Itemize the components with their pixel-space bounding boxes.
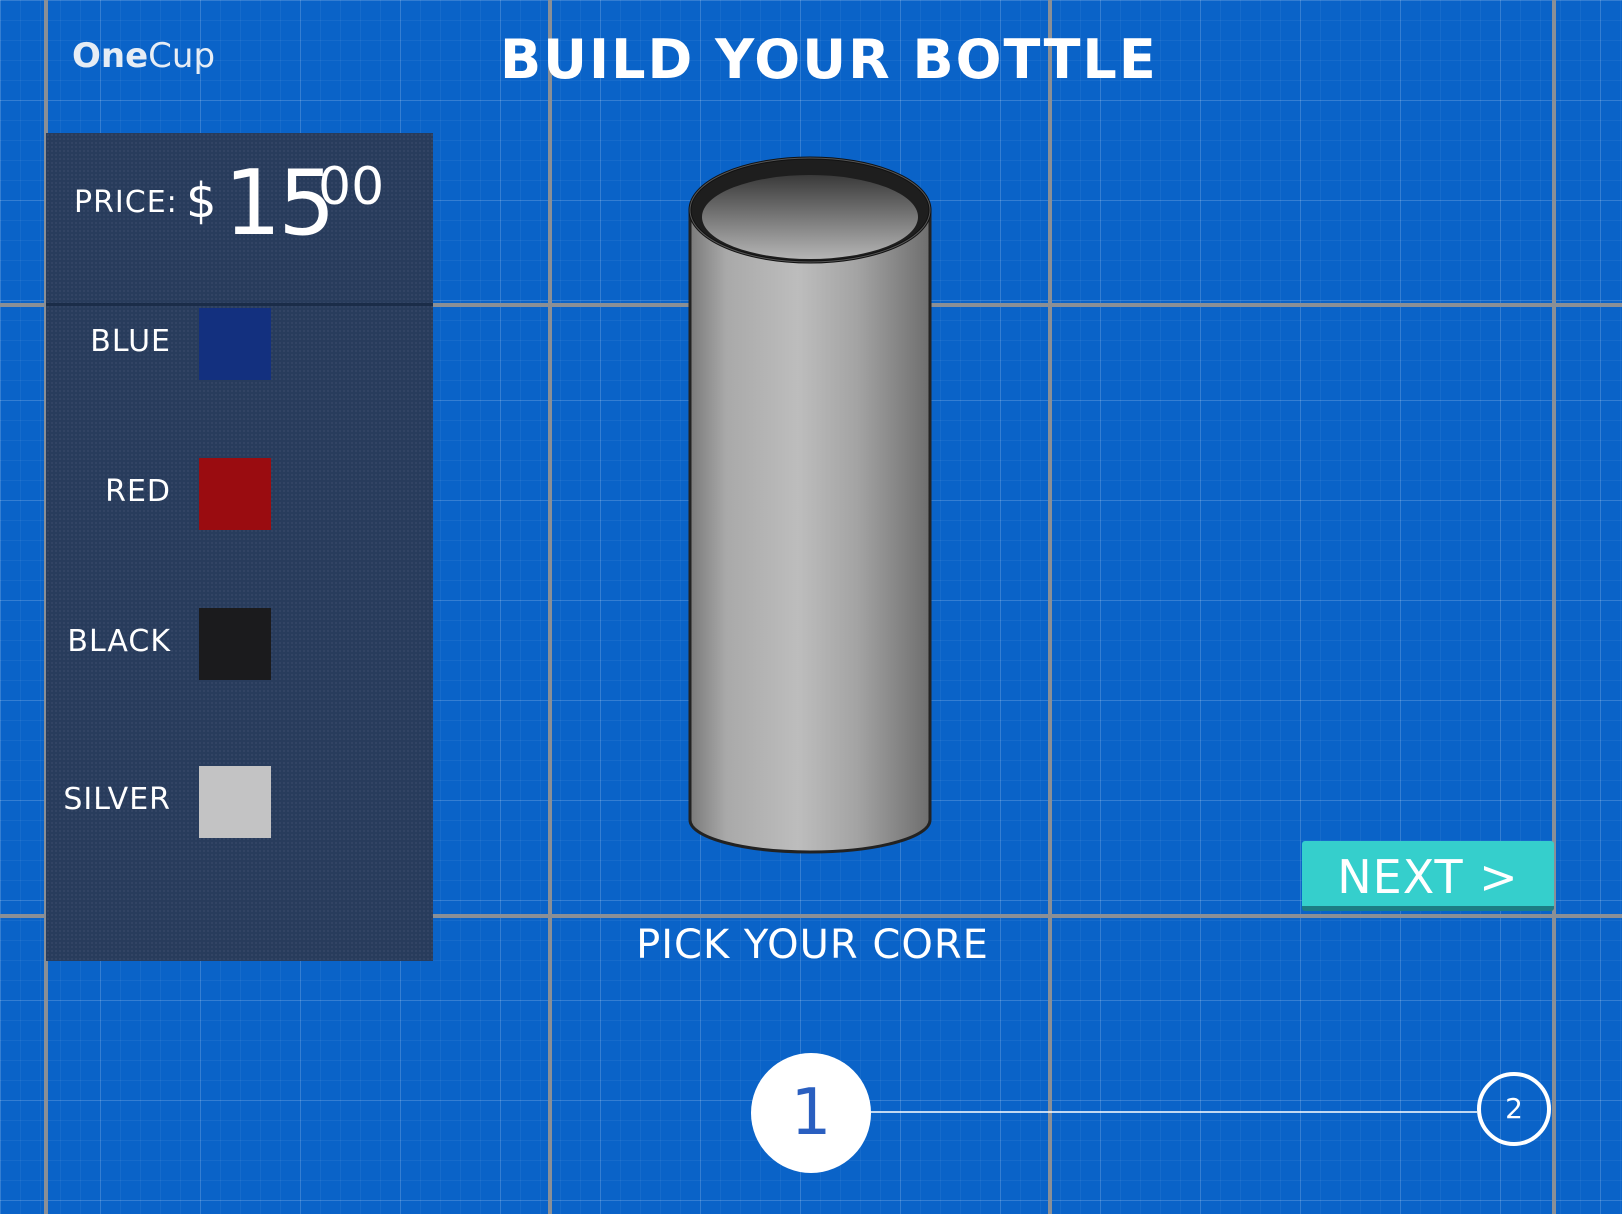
color-option-black[interactable]: BLACK <box>46 608 433 680</box>
grid-line <box>1048 0 1052 1214</box>
grid-line <box>548 0 552 1214</box>
logo: OneCup <box>72 36 215 76</box>
color-option-red[interactable]: RED <box>46 458 433 530</box>
grid-line <box>1552 0 1556 1214</box>
bottle-core-preview <box>685 155 935 875</box>
options-panel: PRICE: $ 15 00 BLUE RED BLACK SILVER <box>46 133 433 961</box>
color-option-silver[interactable]: SILVER <box>46 766 433 838</box>
step-progress-line <box>871 1111 1477 1113</box>
color-label: SILVER <box>63 782 171 817</box>
price-label: PRICE: <box>74 185 178 220</box>
color-swatch-black[interactable] <box>199 608 271 680</box>
color-swatch-silver[interactable] <box>199 766 271 838</box>
next-button[interactable]: NEXT > <box>1302 841 1554 911</box>
price-display: PRICE: $ 15 00 <box>46 133 433 303</box>
logo-bold: One <box>72 36 149 76</box>
price-whole: 15 <box>224 151 336 256</box>
panel-divider <box>46 303 433 306</box>
page-title: BUILD YOUR BOTTLE <box>500 28 1158 91</box>
color-swatch-blue[interactable] <box>199 308 271 380</box>
color-swatch-red[interactable] <box>199 458 271 530</box>
logo-regular: Cup <box>148 36 216 76</box>
price-cents: 00 <box>318 157 385 217</box>
step-caption: PICK YOUR CORE <box>636 922 989 968</box>
step-indicator-1[interactable]: 1 <box>751 1053 871 1173</box>
price-currency: $ <box>186 173 217 229</box>
color-label: BLUE <box>90 324 171 359</box>
color-label: RED <box>105 474 171 509</box>
step-indicator-2[interactable]: 2 <box>1477 1072 1551 1146</box>
color-label: BLACK <box>67 624 171 659</box>
bottle-core-image <box>688 156 932 854</box>
color-option-blue[interactable]: BLUE <box>46 308 433 380</box>
